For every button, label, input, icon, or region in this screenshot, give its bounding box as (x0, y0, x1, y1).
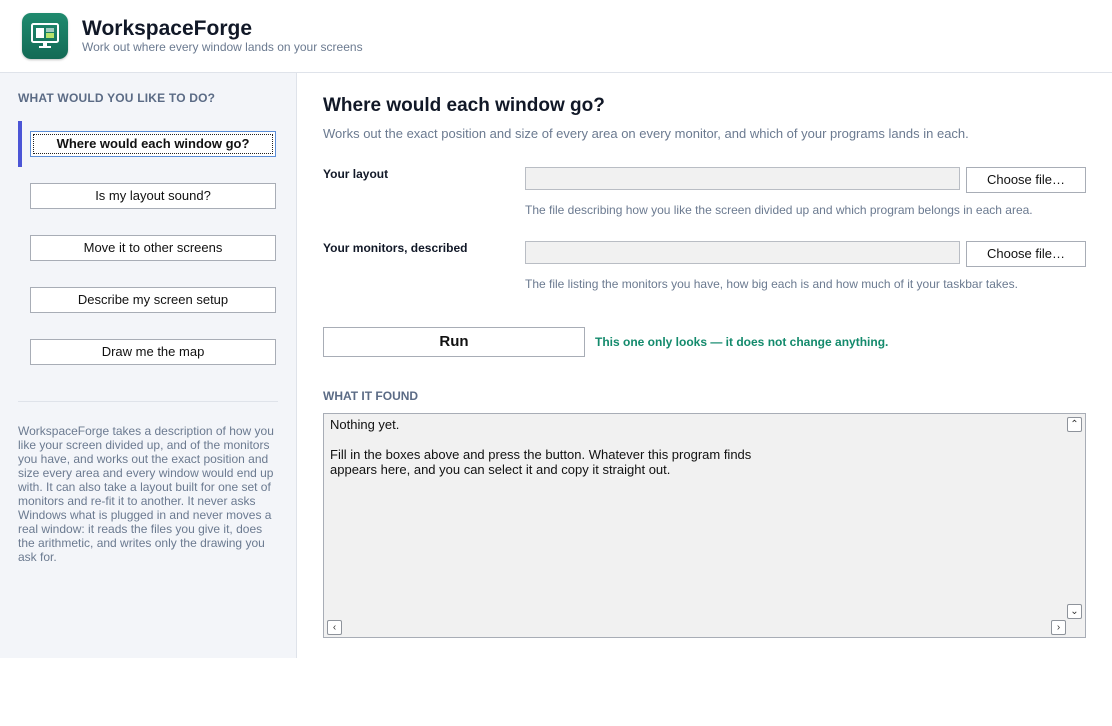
sidebar-item-draw-map[interactable]: Draw me the map (30, 339, 276, 365)
monitors-field-label: Your monitors, described (323, 241, 468, 255)
app-header: WorkspaceForge Work out where every wind… (0, 0, 1112, 73)
app-subtitle: Work out where every window lands on you… (82, 40, 363, 54)
active-item-indicator (18, 121, 22, 167)
sidebar-item-layout-sound[interactable]: Is my layout sound? (30, 183, 276, 209)
sidebar-about-text: WorkspaceForge takes a description of ho… (18, 424, 274, 564)
scroll-left-icon[interactable]: ‹ (327, 620, 342, 635)
sidebar-item-where-windows-go[interactable]: Where would each window go? (30, 131, 276, 157)
layout-field-label: Your layout (323, 167, 389, 181)
sidebar-heading: WHAT WOULD YOU LIKE TO DO? (18, 91, 216, 105)
layout-field-hint: The file describing how you like the scr… (525, 203, 1033, 217)
scroll-right-icon[interactable]: › (1051, 620, 1066, 635)
monitors-choose-file-button[interactable]: Choose file… (966, 241, 1086, 267)
output-heading: WHAT IT FOUND (323, 389, 419, 403)
sidebar-item-describe-setup[interactable]: Describe my screen setup (30, 287, 276, 313)
layout-file-input[interactable] (525, 167, 960, 190)
sidebar: WHAT WOULD YOU LIKE TO DO? Where would e… (0, 73, 297, 658)
sidebar-item-move-screens[interactable]: Move it to other screens (30, 235, 276, 261)
monitor-icon (22, 13, 68, 59)
output-text[interactable]: Nothing yet. Fill in the boxes above and… (330, 417, 1060, 477)
sidebar-divider (18, 401, 278, 402)
scroll-up-icon[interactable]: ⌃ (1067, 417, 1082, 432)
run-button[interactable]: Run (323, 327, 585, 357)
monitors-field-hint: The file listing the monitors you have, … (525, 277, 1018, 291)
run-note: This one only looks — it does not change… (595, 335, 889, 349)
page-description: Works out the exact position and size of… (323, 126, 969, 141)
monitors-file-input[interactable] (525, 241, 960, 264)
layout-choose-file-button[interactable]: Choose file… (966, 167, 1086, 193)
scroll-down-icon[interactable]: ⌄ (1067, 604, 1082, 619)
page-title: Where would each window go? (323, 95, 605, 116)
app-title: WorkspaceForge (82, 17, 252, 40)
output-textarea[interactable]: Nothing yet. Fill in the boxes above and… (323, 413, 1086, 638)
